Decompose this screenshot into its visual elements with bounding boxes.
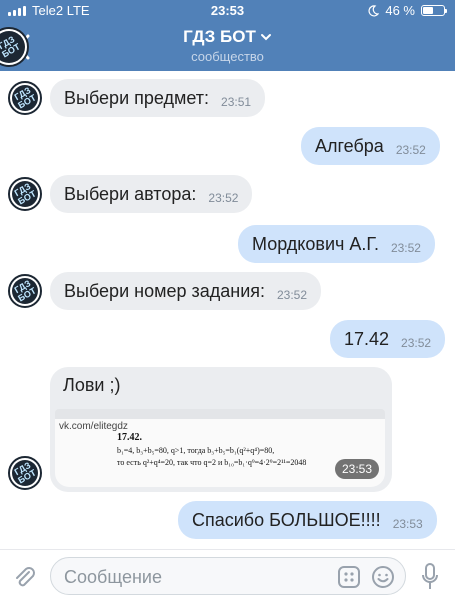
status-bar: Tele2 LTE 23:53 46 % [0, 0, 455, 22]
message-placeholder: Сообщение [64, 567, 162, 587]
message-time: 23:52 [390, 241, 421, 255]
emoji-icon[interactable] [371, 565, 395, 589]
image-watermark: vk.com/elitegdz [59, 421, 128, 432]
message-text: Алгебра [315, 135, 384, 156]
message-text: Выбери номер задания: [64, 280, 265, 301]
chat-title-area[interactable]: ГДЗ БОТ сообщество [0, 27, 455, 64]
message-time: 23:52 [395, 143, 426, 157]
message-text: Спасибо БОЛЬШОЕ!!!! [192, 509, 381, 530]
message-time: 23:52 [277, 288, 308, 302]
message-list[interactable]: ГДЗ БОТ Выбери предмет: 23:51 Алгебра 23… [0, 71, 455, 549]
microphone-icon[interactable] [420, 562, 440, 592]
solution-image[interactable]: vk.com/elitegdz 17.42. b₁=4, b₃+b₅=80, q… [55, 409, 385, 487]
message-text: Выбери автора: [64, 183, 197, 204]
message-composer: Сообщение [0, 549, 455, 604]
incoming-message[interactable]: Выбери номер задания: 23:52 [50, 272, 322, 310]
bot-avatar[interactable]: ГДЗ БОТ [8, 274, 42, 308]
incoming-photo-message[interactable]: Лови ;) vk.com/elitegdz 17.42. b₁=4, b₃+… [50, 367, 392, 492]
battery-icon [421, 5, 447, 16]
message-time: 23:51 [221, 95, 252, 109]
incoming-message[interactable]: Выбери предмет: 23:51 [50, 79, 266, 117]
bot-avatar[interactable]: ГДЗ БОТ [8, 177, 42, 211]
battery-percent: 46 % [385, 3, 415, 18]
outgoing-message[interactable]: Спасибо БОЛЬШОЕ!!!! 23:53 [178, 501, 437, 539]
message-time: 23:52 [401, 336, 432, 350]
message-time: 23:52 [208, 191, 239, 205]
message-time: 23:53 [392, 517, 423, 531]
keyboard-icon[interactable] [338, 566, 360, 588]
incoming-message[interactable]: Выбери автора: 23:52 [50, 175, 253, 213]
chat-title: ГДЗ БОТ [183, 27, 256, 46]
bot-avatar[interactable]: ГДЗ БОТ [8, 81, 42, 115]
chat-header: Tele2 LTE 23:53 46 % ГДЗ БОТ сообщество … [0, 0, 455, 71]
chevron-down-icon [260, 34, 271, 41]
solution-line: b₁=4, b₃+b₅=80, q>1, тогда b₃+b₅=b₁(q²+q… [117, 446, 275, 455]
message-text: Лови ;) [63, 375, 121, 395]
message-text: Выбери предмет: [64, 87, 210, 108]
message-time: 23:53 [334, 459, 379, 479]
outgoing-message[interactable]: Мордкович А.Г. 23:52 [238, 225, 435, 263]
message-input[interactable]: Сообщение [50, 557, 406, 595]
avatar-text: ГДЗ БОТ [0, 34, 22, 60]
attachment-icon[interactable] [12, 564, 36, 590]
solution-line: то есть q²+q⁴=20, так что q=2 и b₁₀=b₁·q… [117, 458, 307, 467]
outgoing-message[interactable]: Алгебра 23:52 [301, 127, 440, 165]
task-number: 17.42. [117, 432, 142, 443]
message-text: 17.42 [344, 328, 390, 349]
bot-avatar[interactable]: ГДЗ БОТ [8, 456, 42, 490]
message-text: Мордкович А.Г. [252, 233, 379, 254]
moon-icon [368, 4, 380, 16]
chat-subtitle: сообщество [191, 49, 264, 64]
outgoing-message[interactable]: 17.42 23:52 [330, 320, 446, 358]
